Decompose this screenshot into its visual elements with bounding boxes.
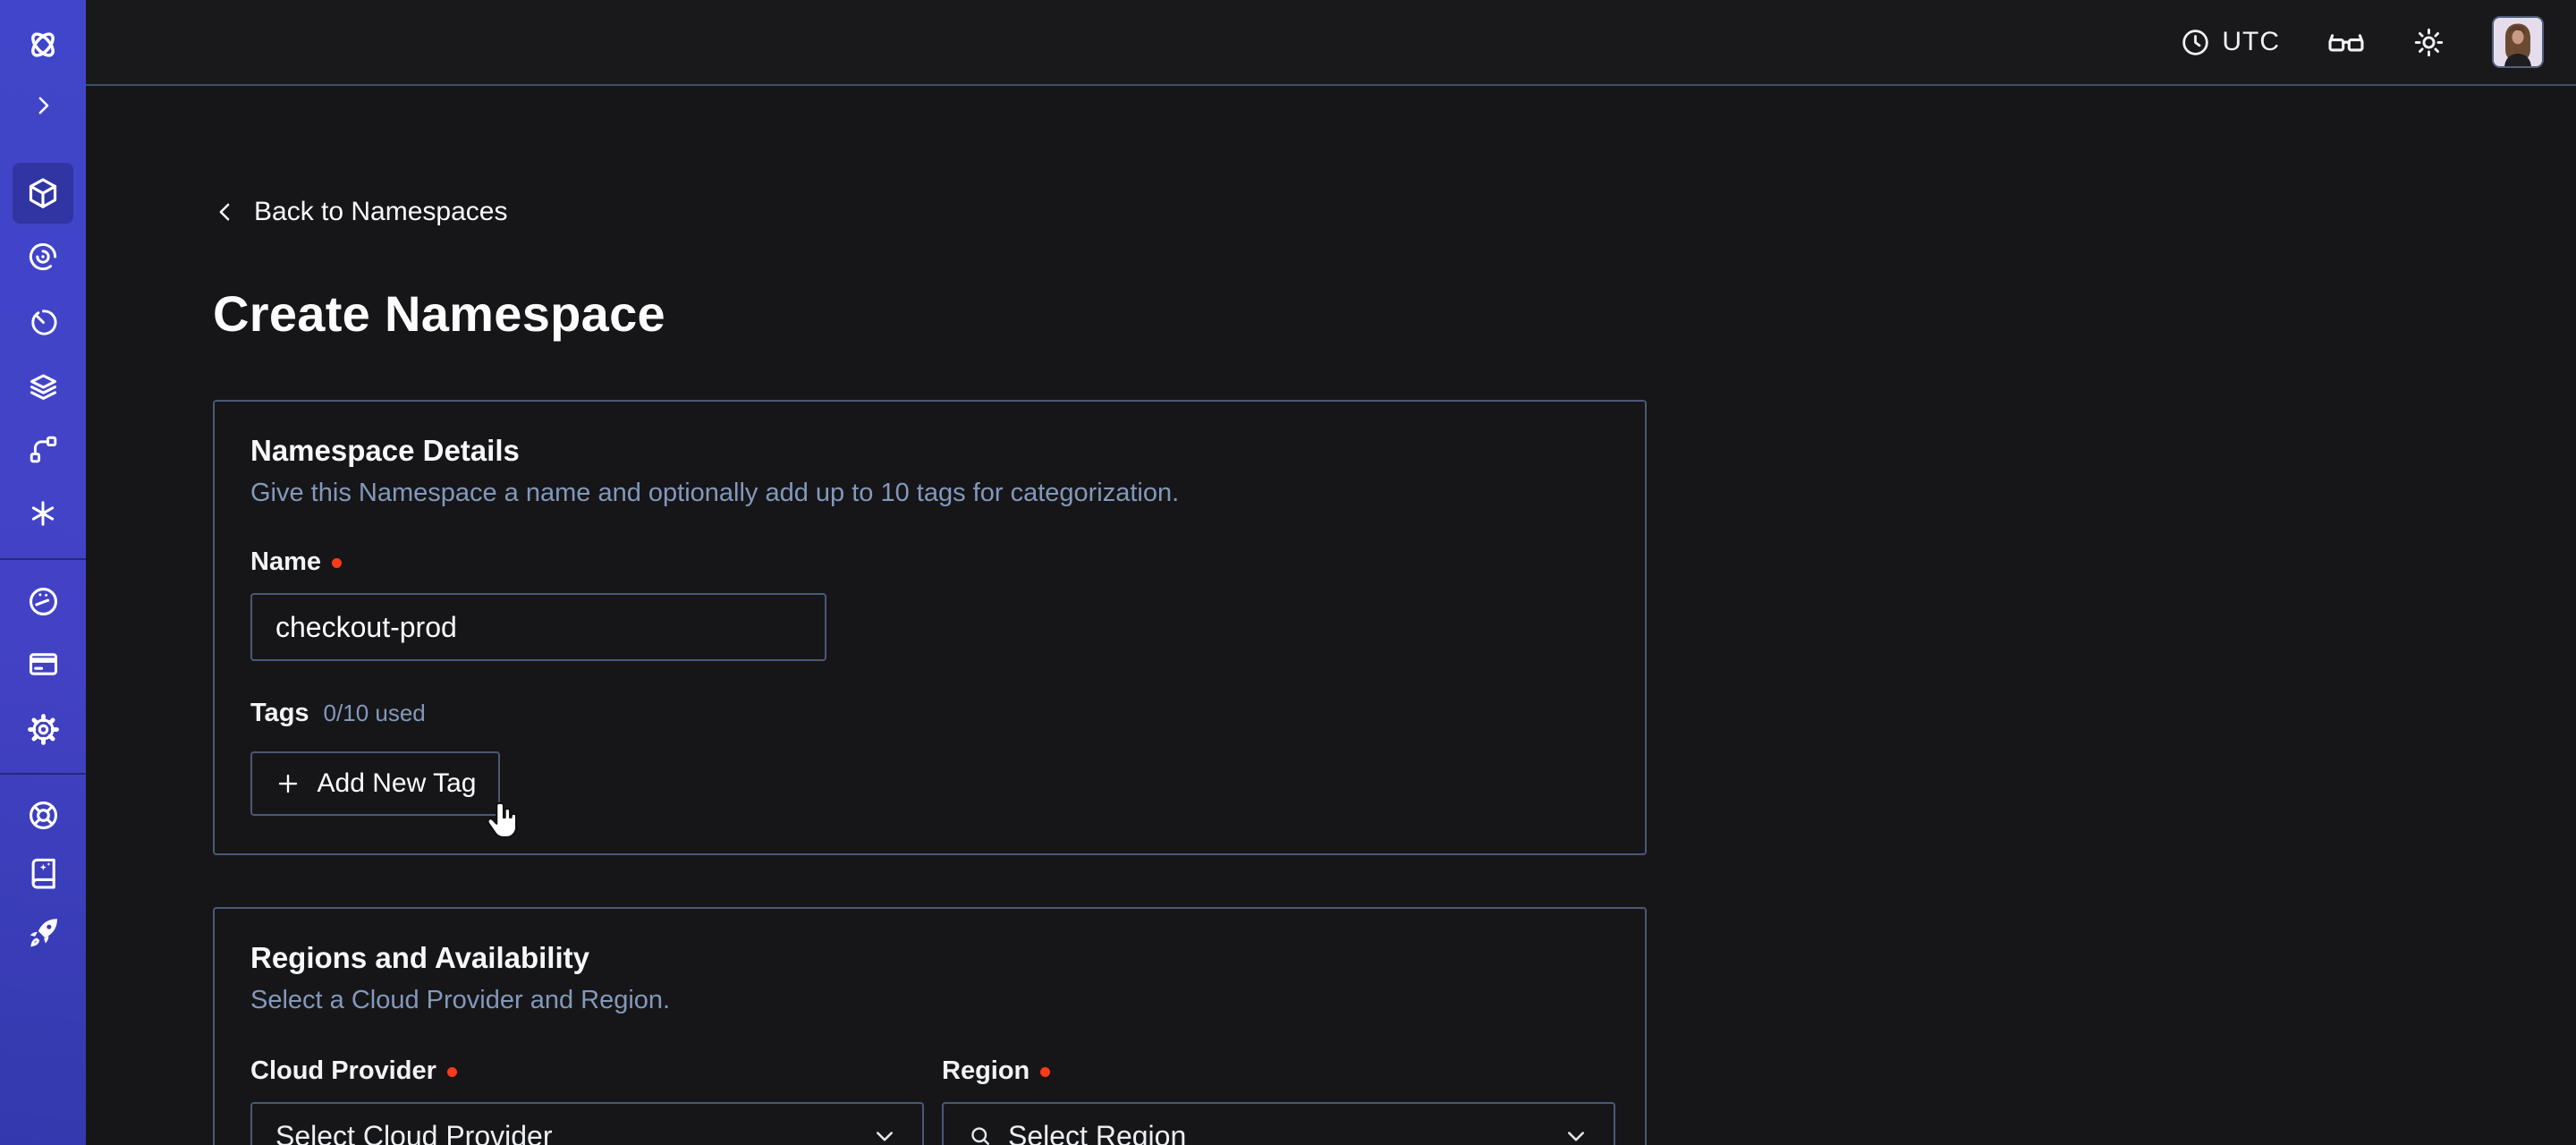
- timezone-selector[interactable]: UTC: [2180, 27, 2280, 58]
- timezone-label: UTC: [2222, 27, 2280, 57]
- sidebar-expand-chevron-right-icon[interactable]: [21, 84, 64, 127]
- sidebar-divider: [0, 558, 86, 560]
- iris-spiral-icon[interactable]: [21, 235, 64, 278]
- card-description: Give this Namespace a name and optionall…: [250, 479, 1609, 508]
- add-new-tag-button[interactable]: Add New Tag: [250, 751, 500, 816]
- topbar: UTC: [86, 0, 2576, 86]
- namespaces-cube-icon[interactable]: [21, 172, 64, 215]
- name-field-group: Name: [250, 547, 1609, 661]
- main-content: Back to Namespaces Create Namespace Name…: [86, 88, 2576, 1145]
- required-dot: [447, 1067, 457, 1077]
- tags-usage-counter: 0/10 used: [324, 700, 426, 727]
- search-icon: [967, 1123, 994, 1145]
- required-dot: [1040, 1067, 1050, 1077]
- region-select-value: Select Region: [1008, 1120, 1186, 1145]
- tags-header: Tags 0/10 used: [250, 699, 1609, 728]
- plus-icon: [275, 770, 301, 797]
- sidebar-divider: [0, 773, 86, 775]
- cloud-provider-select[interactable]: Select Cloud Provider: [250, 1102, 924, 1145]
- add-tag-label: Add New Tag: [318, 768, 477, 799]
- cloud-provider-label: Cloud Provider: [250, 1056, 924, 1086]
- region-field-group: Region Select Region: [942, 1056, 1615, 1145]
- sidebar: [0, 0, 86, 1145]
- usage-gauge-icon[interactable]: [21, 580, 64, 623]
- docs-book-icon[interactable]: [21, 851, 64, 894]
- chevron-down-icon: [870, 1122, 899, 1145]
- card-title: Regions and Availability: [250, 941, 1609, 975]
- cloud-provider-select-value: Select Cloud Provider: [275, 1120, 552, 1145]
- support-lifebuoy-icon[interactable]: [21, 793, 64, 836]
- namespace-details-card: Namespace Details Give this Namespace a …: [213, 400, 1647, 855]
- branch-icon[interactable]: [21, 428, 64, 471]
- tags-label: Tags: [250, 699, 309, 728]
- cloud-provider-field-group: Cloud Provider Select Cloud Provider: [250, 1056, 924, 1145]
- create-namespace-page: { "colors": { "sidebar_top": "#3f46c9", …: [0, 0, 2576, 1145]
- name-label: Name: [250, 547, 1609, 577]
- asterisk-icon[interactable]: [21, 492, 64, 535]
- card-title: Namespace Details: [250, 434, 1609, 468]
- region-select[interactable]: Select Region: [942, 1102, 1615, 1145]
- sun-theme-icon[interactable]: [2412, 26, 2445, 59]
- card-description: Select a Cloud Provider and Region.: [250, 986, 1609, 1015]
- layers-icon[interactable]: [21, 365, 64, 408]
- temporal-logo-icon[interactable]: [21, 23, 64, 66]
- timer-icon[interactable]: [21, 301, 64, 344]
- clock-icon: [2180, 27, 2211, 58]
- back-to-namespaces-link[interactable]: Back to Namespaces: [213, 197, 507, 227]
- back-link-label: Back to Namespaces: [254, 197, 507, 227]
- settings-gear-icon[interactable]: [21, 708, 64, 751]
- chevron-down-icon: [1562, 1122, 1590, 1145]
- page-title: Create Namespace: [213, 284, 2576, 343]
- namespace-name-input[interactable]: [250, 593, 826, 661]
- billing-card-icon[interactable]: [21, 642, 64, 685]
- region-fields-row: Cloud Provider Select Cloud Provider Reg…: [250, 1056, 1609, 1145]
- regions-availability-card: Regions and Availability Select a Cloud …: [213, 907, 1647, 1145]
- user-avatar[interactable]: [2492, 16, 2544, 68]
- required-dot: [332, 558, 342, 568]
- chevron-left-icon: [213, 199, 238, 225]
- glasses-icon[interactable]: [2326, 28, 2366, 56]
- getting-started-rocket-icon[interactable]: [21, 911, 64, 954]
- region-label: Region: [942, 1056, 1615, 1086]
